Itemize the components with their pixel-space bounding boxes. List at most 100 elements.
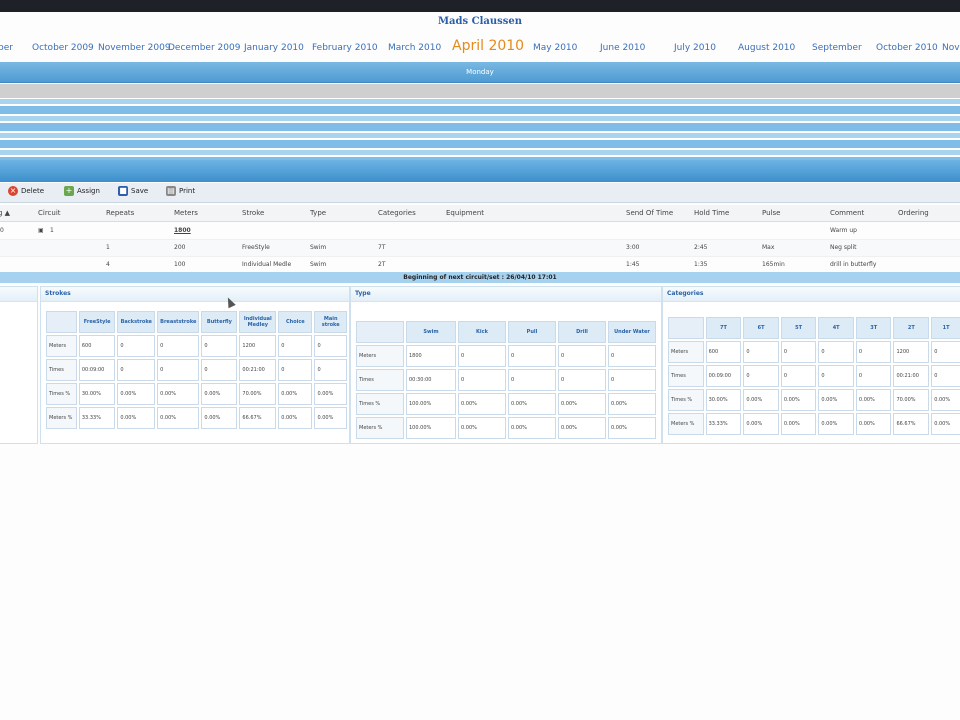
col-header[interactable]: Circuit (38, 209, 61, 217)
stat-cell: 0 (818, 365, 854, 387)
stat-cell: 0.00% (458, 393, 506, 415)
cell-repeats: 4 (106, 261, 110, 268)
day-header[interactable]: Monday (0, 62, 960, 83)
month-tab[interactable]: November 2009 (98, 43, 171, 53)
corner-cell (668, 317, 704, 339)
col-header[interactable]: Stroke (242, 209, 264, 217)
column-header: 1T (931, 317, 960, 339)
month-tab[interactable]: ber (0, 43, 13, 53)
table-row[interactable]: 1 200 FreeStyle Swim 7T 3:00 2:45 Max Ne… (0, 240, 960, 257)
stat-cell: 70.00% (239, 383, 277, 405)
stat-cell: 00:30:00 (406, 369, 456, 391)
categories-panel: Categories 7T 6T 5T 4T 3T 2T 1T Meters 600 0 0 0 0 12… (662, 286, 960, 444)
cell-send: 3:00 (626, 244, 640, 251)
stat-cell: 30.00% (78, 383, 116, 405)
row-header: Times % (356, 393, 404, 415)
cell-send: 1:45 (626, 261, 640, 268)
column-header: Main stroke (314, 311, 347, 333)
grey-separator (0, 84, 960, 98)
month-tab[interactable]: Nov (942, 43, 960, 53)
save-button[interactable]: ■ Save (118, 186, 148, 196)
col-header[interactable]: Repeats (106, 209, 134, 217)
stat-cell: 0 (458, 369, 506, 391)
column-header: Breaststroke (157, 311, 200, 333)
month-tab-active[interactable]: April 2010 (452, 38, 524, 54)
month-tab[interactable]: October 2010 (876, 43, 938, 53)
month-tab[interactable]: July 2010 (674, 43, 716, 53)
stat-row: Meters 600 0 0 0 0 1200 0 (668, 341, 960, 363)
expand-icon[interactable]: ▣ (38, 227, 44, 234)
stat-row: Times % 30.00% 0.00% 0.00% 0.00% 70.00% 0.00% 0… (46, 383, 347, 405)
month-tab[interactable]: September (812, 43, 862, 53)
month-tab[interactable]: February 2010 (312, 43, 378, 53)
stat-cell: 0.00% (201, 407, 238, 429)
corner-cell (356, 321, 404, 343)
stat-cell: 0.00% (818, 413, 854, 435)
month-tab[interactable]: January 2010 (244, 43, 304, 53)
month-tab[interactable]: December 2009 (168, 43, 240, 53)
stat-row: Times 00:09:00 0 0 0 00:21:00 0 0 (46, 359, 347, 381)
day-label: Monday (466, 68, 494, 76)
stat-cell: 66.67% (893, 413, 930, 435)
stat-row: Meters 1800 0 0 0 0 (356, 345, 656, 367)
stat-row: Times 00:30:00 0 0 0 0 (356, 369, 656, 391)
row-header: Times (668, 365, 704, 387)
delete-label: Delete (21, 187, 44, 195)
panel-title (0, 287, 37, 302)
stat-cell: 0 (508, 369, 556, 391)
col-header[interactable]: Categories (378, 209, 416, 217)
delete-button[interactable]: × Delete (8, 186, 44, 196)
stat-cell: 0.00% (157, 383, 200, 405)
col-header[interactable]: Type (310, 209, 326, 217)
grid-header: g ▲ Circuit Repeats Meters Stroke Type C… (0, 205, 960, 222)
cell-stroke: FreeStyle (242, 244, 270, 251)
col-header[interactable]: Comment (830, 209, 864, 217)
col-header[interactable]: Pulse (762, 209, 780, 217)
col-header[interactable]: g ▲ (0, 209, 10, 217)
stat-cell: 0.00% (608, 393, 656, 415)
stat-cell: 600 (78, 335, 116, 357)
stat-cell: 0 (157, 335, 200, 357)
table-row[interactable]: 0 ▣ 1 1800 Warm up (0, 223, 960, 240)
stat-cell: 0.00% (117, 383, 156, 405)
cell-type: Swim (310, 244, 327, 251)
stat-cell: 0 (743, 341, 779, 363)
print-button[interactable]: ▤ Print (166, 186, 195, 196)
row-header: Times % (46, 383, 77, 405)
column-header: Drill (558, 321, 606, 343)
page-title: Mads Claussen (437, 16, 523, 27)
row-header: Meters (356, 345, 404, 367)
cell-meters: 1800 (174, 227, 191, 234)
col-header[interactable]: Ordering (898, 209, 929, 217)
stat-cell: 33.33% (705, 413, 742, 435)
cell-repeats: 1 (106, 244, 110, 251)
month-tab[interactable]: October 2009 (32, 43, 94, 53)
stat-cell: 0 (458, 345, 506, 367)
stat-cell: 0 (855, 341, 892, 363)
col-header[interactable]: Hold Time (694, 209, 729, 217)
stat-cell: 70.00% (893, 389, 930, 411)
stat-cell: 33.33% (78, 407, 116, 429)
assign-button[interactable]: + Assign (64, 186, 100, 196)
col-header[interactable]: Meters (174, 209, 198, 217)
month-tab[interactable]: March 2010 (388, 43, 441, 53)
stat-cell: 0.00% (458, 417, 506, 439)
month-tab[interactable]: August 2010 (738, 43, 795, 53)
cell-hold: 1:35 (694, 261, 708, 268)
assign-icon: + (64, 186, 74, 196)
stat-cell: 0.00% (157, 407, 200, 429)
month-tab[interactable]: June 2010 (600, 43, 645, 53)
col-header[interactable]: Equipment (446, 209, 484, 217)
column-header: Individual Medley (239, 311, 277, 333)
col-header[interactable]: Send Of Time (626, 209, 673, 217)
cell-meters: 200 (174, 244, 186, 251)
column-header: 6T (743, 317, 779, 339)
row-header: Times (356, 369, 404, 391)
stat-cell: 100.00% (406, 393, 456, 415)
month-navigation: ber October 2009 November 2009 December … (0, 38, 960, 58)
left-panel-fragment (0, 286, 38, 444)
stat-cell: 0 (201, 335, 238, 357)
categories-table: 7T 6T 5T 4T 3T 2T 1T Meters 600 0 0 0 0 1200 0 Times 00:… (666, 315, 960, 437)
stat-row: Meters % 100.00% 0.00% 0.00% 0.00% 0.00% (356, 417, 656, 439)
month-tab[interactable]: May 2010 (533, 43, 577, 53)
